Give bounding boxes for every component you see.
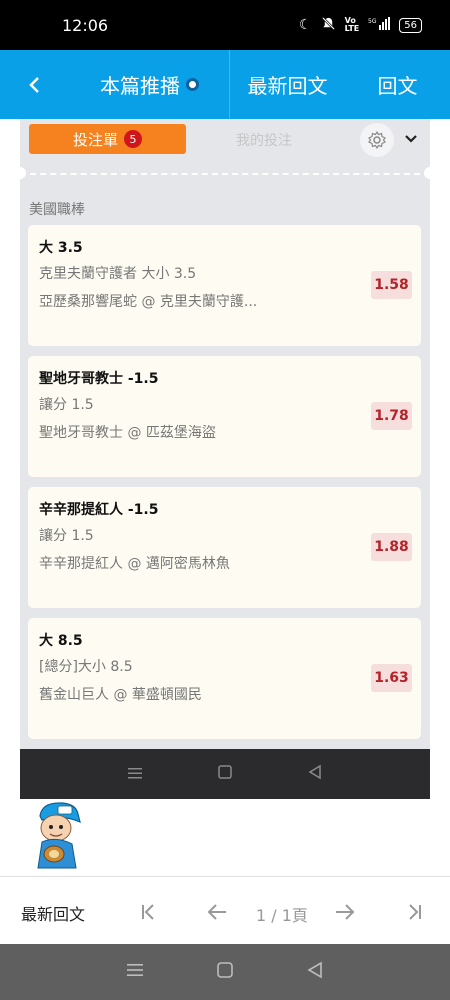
home-icon[interactable] (216, 961, 234, 983)
ticket-notch-right (424, 167, 430, 179)
embedded-screenshot: 投注單 5 我的投注 美國職棒 大 3.5 克里夫蘭守護者 大小 3.5 亞歷桑… (20, 119, 430, 799)
odds-badge: 1.63 (371, 664, 412, 692)
home-square-icon (217, 764, 233, 784)
odds-badge: 1.58 (371, 271, 412, 299)
bet-slip-label: 投注單 (72, 130, 118, 149)
back-button[interactable] (0, 50, 70, 119)
moon-icon: ☾ (299, 17, 312, 33)
next-page-icon[interactable] (332, 899, 358, 925)
battery-icon: 56 (399, 17, 422, 33)
bet-line: 克里夫蘭守護者 大小 3.5 (39, 266, 197, 282)
chevron-left-icon (29, 76, 39, 93)
bet-card[interactable]: 聖地牙哥教士 -1.5 讓分 1.5 聖地牙哥教士 @ 匹茲堡海盜 1.78 (28, 356, 421, 477)
odds-badge: 1.88 (371, 533, 412, 561)
league-label: 美國職棒 (29, 202, 85, 218)
recent-apps-icon[interactable] (126, 962, 144, 982)
latest-reply-tab[interactable]: 最新回文 (230, 50, 345, 119)
gear-icon[interactable] (360, 123, 394, 157)
back-icon[interactable] (306, 961, 324, 983)
bet-match: 辛辛那提紅人 @ 邁阿密馬林魚 (39, 556, 230, 572)
signal-icon: 5G (368, 16, 391, 34)
status-time: 12:06 (62, 15, 109, 35)
bet-line: 讓分 1.5 (39, 397, 94, 413)
latest-reply-link[interactable]: 最新回文 (21, 901, 85, 925)
bet-card[interactable]: 大 3.5 克里夫蘭守護者 大小 3.5 亞歷桑那響尾蛇 @ 克里夫蘭守護...… (28, 225, 421, 346)
bet-line: 讓分 1.5 (39, 528, 94, 544)
bet-title: 辛辛那提紅人 -1.5 (39, 502, 159, 518)
page-indicator: 1 / 1頁 (256, 906, 308, 925)
bet-title: 大 3.5 (39, 240, 83, 256)
menu-icon (127, 765, 143, 784)
last-page-icon[interactable] (402, 899, 428, 925)
toggle-dot-icon (186, 78, 199, 91)
my-bets-tab[interactable]: 我的投注 (236, 130, 292, 150)
volte-icon: Vo LTE (344, 16, 360, 33)
bet-count-badge: 5 (124, 130, 142, 148)
pager-bar: 最新回文 1 / 1頁 (0, 876, 450, 944)
bet-header: 投注單 5 我的投注 (20, 119, 430, 171)
bet-card[interactable]: 辛辛那提紅人 -1.5 讓分 1.5 辛辛那提紅人 @ 邁阿密馬林魚 1.88 (28, 487, 421, 608)
first-page-icon[interactable] (135, 899, 161, 925)
chevron-down-icon[interactable] (403, 131, 419, 147)
mute-bell-icon (321, 16, 336, 35)
bet-match: 亞歷桑那響尾蛇 @ 克里夫蘭守護... (39, 294, 258, 310)
bet-title: 大 8.5 (39, 633, 83, 649)
bet-card[interactable]: 大 8.5 [總分]大小 8.5 舊金山巨人 @ 華盛頓國民 1.63 (28, 618, 421, 739)
prev-page-icon[interactable] (204, 899, 230, 925)
system-nav-bar (0, 944, 450, 1000)
bet-match: 聖地牙哥教士 @ 匹茲堡海盜 (39, 425, 216, 441)
back-triangle-icon (307, 764, 323, 784)
status-bar: 12:06 ☾ Vo LTE 5G 56 (0, 0, 450, 50)
odds-badge: 1.78 (371, 402, 412, 430)
svg-text:5G: 5G (368, 18, 377, 25)
bet-slip-button[interactable]: 投注單 5 (29, 124, 186, 154)
mascot-image (32, 800, 84, 872)
push-label: 本篇推播 (100, 74, 180, 98)
bet-line: [總分]大小 8.5 (39, 659, 133, 675)
reply-tab[interactable]: 回文 (345, 50, 450, 119)
bet-title: 聖地牙哥教士 -1.5 (39, 371, 159, 387)
bet-match: 舊金山巨人 @ 華盛頓國民 (39, 687, 202, 703)
status-icons: ☾ Vo LTE 5G 56 (299, 16, 422, 35)
top-nav: 本篇推播 最新回文 回文 (0, 50, 450, 119)
embedded-system-nav (20, 749, 430, 799)
push-notify-toggle[interactable]: 本篇推播 (70, 50, 230, 119)
dashed-divider (20, 173, 430, 175)
